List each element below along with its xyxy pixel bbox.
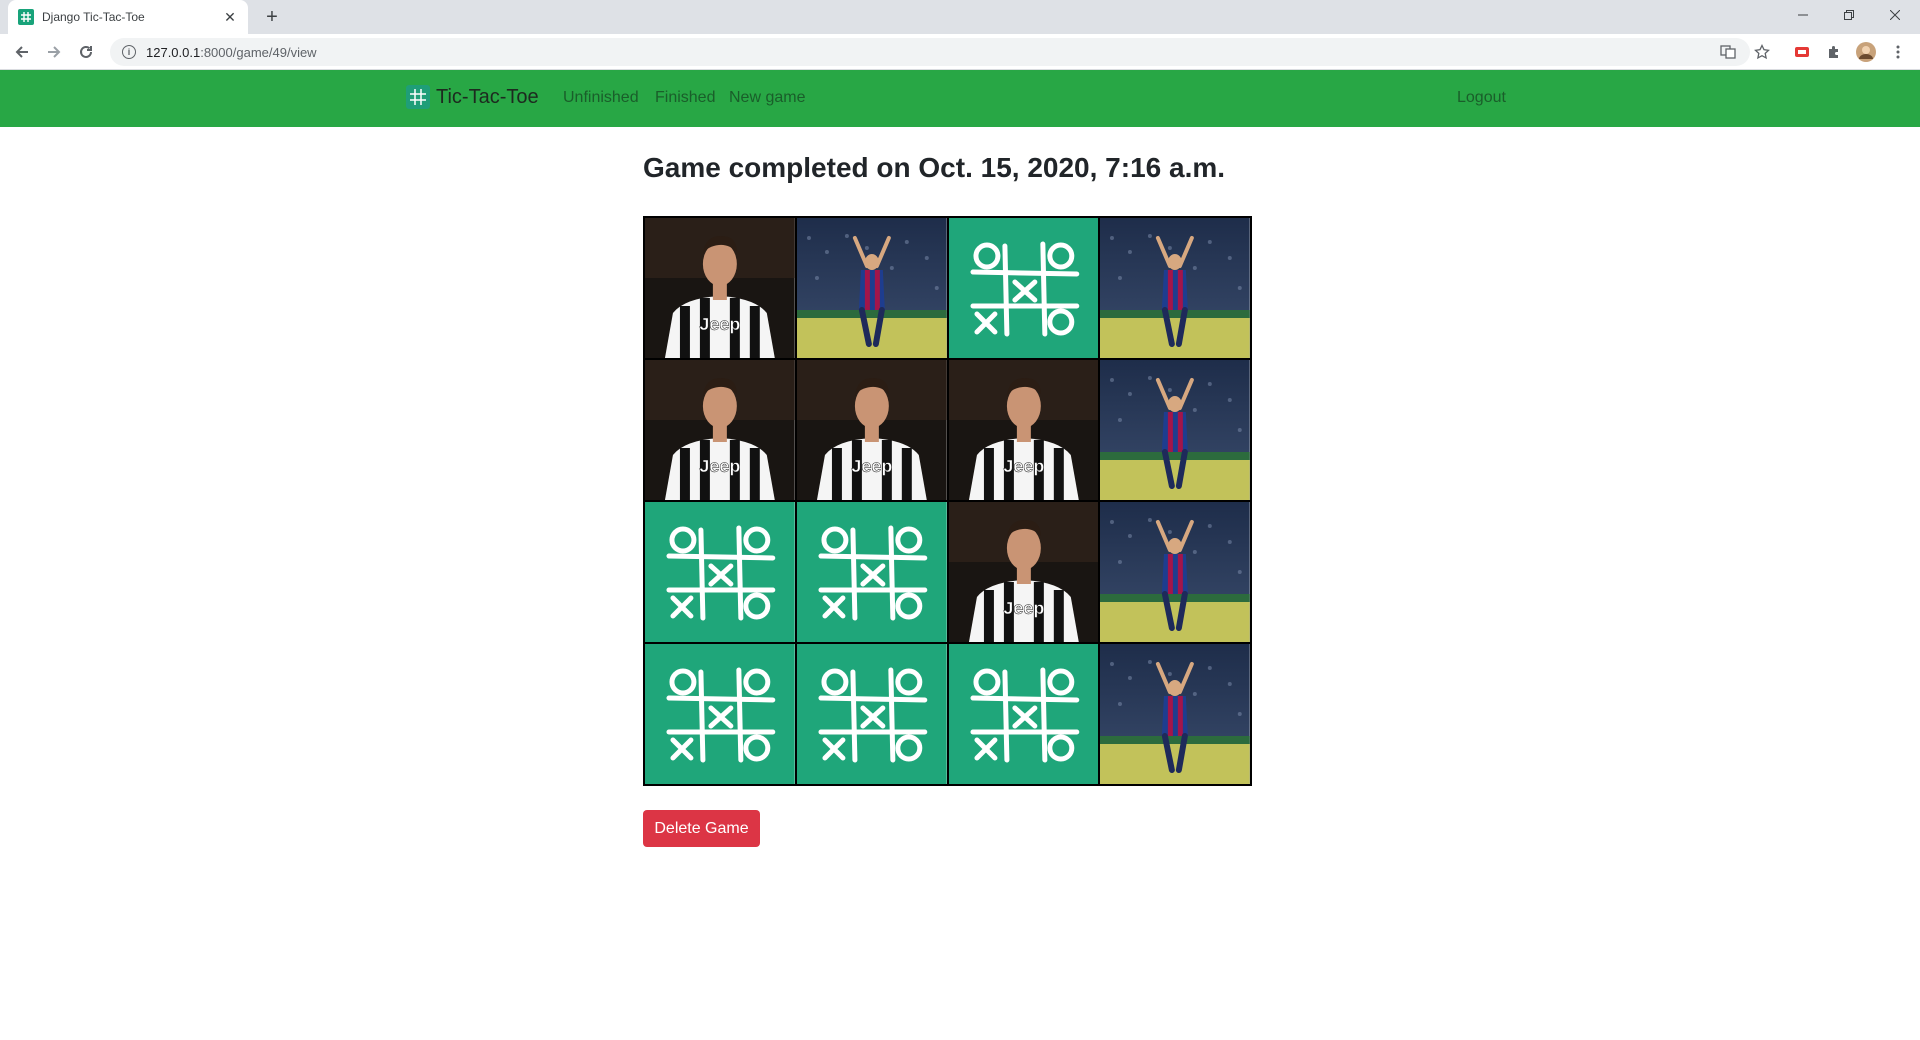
player-o-photo: [796, 218, 947, 358]
board-cell-player-o: [1099, 217, 1251, 359]
restore-icon[interactable]: [1826, 0, 1872, 30]
player-x-photo: Jeep: [948, 502, 1099, 642]
player-o-photo: [1100, 644, 1250, 784]
board-cell-player-x: Jeep: [795, 359, 948, 501]
svg-text:Jeep: Jeep: [699, 456, 740, 476]
forward-icon[interactable]: [42, 40, 66, 64]
player-x-photo: Jeep: [948, 360, 1099, 500]
site-info-icon[interactable]: i: [122, 45, 136, 59]
board-cell-empty[interactable]: [947, 643, 1100, 785]
bookmark-star-icon[interactable]: [1752, 42, 1772, 62]
reload-icon[interactable]: [74, 40, 98, 64]
nav-new-game[interactable]: New game: [729, 89, 805, 107]
url-path: :8000/game/49/view: [200, 44, 317, 60]
brand-link[interactable]: Tic-Tac-Toe: [406, 85, 539, 109]
nav-finished[interactable]: Finished: [655, 89, 715, 107]
app-navbar: Tic-Tac-Toe Unfinished Finished New game…: [0, 70, 1920, 127]
player-o-photo: [1100, 218, 1250, 358]
empty-cell-grid-icon: [796, 644, 947, 784]
empty-cell-grid-icon: [645, 644, 795, 784]
page-title: Game completed on Oct. 15, 2020, 7:16 a.…: [643, 152, 1226, 183]
svg-text:Jeep: Jeep: [1003, 456, 1044, 476]
player-x-photo: Jeep: [645, 218, 795, 358]
player-o-photo: [1100, 360, 1250, 500]
board-cell-empty[interactable]: [795, 643, 948, 785]
game-board: Jeep Jeep Jeep Jeep Jeep: [643, 216, 1252, 786]
new-tab-icon[interactable]: +: [260, 5, 284, 29]
tic-tac-toe-logo-icon: [406, 85, 430, 109]
board-cell-player-o: [1099, 359, 1251, 501]
back-icon[interactable]: [10, 40, 34, 64]
minimize-icon[interactable]: [1780, 0, 1826, 30]
browser-tabstrip: Django Tic-Tac-Toe ✕ +: [0, 0, 1920, 34]
empty-cell-grid-icon: [948, 644, 1099, 784]
board-cell-empty[interactable]: [644, 643, 796, 785]
url-host: 127.0.0.1: [146, 44, 201, 60]
profile-avatar-icon[interactable]: [1856, 42, 1876, 62]
browser-toolbar: i 127.0.0.1:8000/game/49/view: [0, 34, 1920, 70]
svg-text:Jeep: Jeep: [699, 314, 740, 334]
empty-cell-grid-icon: [796, 502, 947, 642]
empty-cell-grid-icon: [948, 218, 1099, 358]
board-cell-player-o: [1099, 501, 1251, 643]
nav-unfinished[interactable]: Unfinished: [563, 89, 639, 107]
player-o-photo: [1100, 502, 1250, 642]
empty-cell-grid-icon: [645, 502, 795, 642]
player-x-photo: Jeep: [645, 360, 795, 500]
brand-text: Tic-Tac-Toe: [436, 85, 539, 108]
player-x-photo: Jeep: [796, 360, 947, 500]
board-cell-empty[interactable]: [947, 217, 1100, 359]
browser-tab[interactable]: Django Tic-Tac-Toe ✕: [8, 0, 248, 34]
svg-text:Jeep: Jeep: [851, 456, 892, 476]
svg-text:Jeep: Jeep: [1003, 598, 1044, 618]
browser-menu-icon[interactable]: [1888, 42, 1908, 62]
nav-logout[interactable]: Logout: [1457, 89, 1506, 107]
tic-tac-toe-favicon-icon: [18, 9, 34, 25]
close-window-icon[interactable]: [1872, 0, 1918, 30]
board-cell-player-o: [795, 217, 948, 359]
close-tab-icon[interactable]: ✕: [222, 9, 238, 26]
extensions-puzzle-icon[interactable]: [1824, 42, 1844, 62]
board-cell-player-o: [1099, 643, 1251, 785]
tab-title: Django Tic-Tac-Toe: [42, 10, 145, 24]
board-cell-empty[interactable]: [795, 501, 948, 643]
delete-game-button[interactable]: Delete Game: [643, 810, 760, 847]
board-cell-player-x: Jeep: [644, 359, 796, 501]
address-bar[interactable]: i 127.0.0.1:8000/game/49/view: [110, 38, 1750, 66]
board-cell-empty[interactable]: [644, 501, 796, 643]
board-cell-player-x: Jeep: [947, 359, 1100, 501]
extension-red-icon[interactable]: [1792, 42, 1812, 62]
board-cell-player-x: Jeep: [947, 501, 1100, 643]
translate-icon[interactable]: [1718, 42, 1738, 62]
board-cell-player-x: Jeep: [644, 217, 796, 359]
